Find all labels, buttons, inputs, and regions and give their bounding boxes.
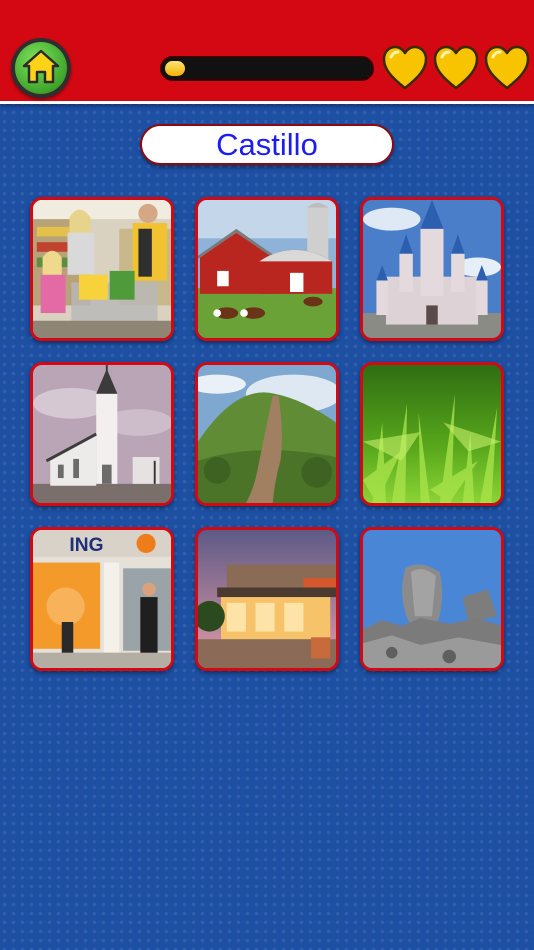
castle-picture [363,200,501,338]
home-button[interactable] [11,38,71,98]
progress-bar [160,56,374,81]
top-bar [0,0,534,104]
bank-sign-text: ING [69,535,103,556]
heart-icon [483,44,531,92]
farm-picture [198,200,336,338]
picture-tile-bank[interactable]: ING [30,527,174,671]
picture-tile-restaurant[interactable] [195,527,339,671]
church-picture [33,365,171,503]
restaurant-picture [198,530,336,668]
picture-tile-rocks[interactable] [360,527,504,671]
progress-fill [165,61,185,76]
supermarket-picture [33,200,171,338]
lives-hearts [381,44,531,92]
picture-tile-supermarket[interactable] [30,197,174,341]
heart-icon [381,44,429,92]
heart-icon [432,44,480,92]
target-word-box: Castillo [140,124,394,165]
picture-tile-hill-path[interactable] [195,362,339,506]
grass-picture [363,365,501,503]
hill-path-picture [198,365,336,503]
picture-tile-grass[interactable] [360,362,504,506]
picture-tile-farm[interactable] [195,197,339,341]
target-word: Castillo [216,127,318,162]
rocks-picture [363,530,501,668]
bank-picture: ING [33,530,171,668]
picture-tile-church[interactable] [30,362,174,506]
picture-tile-castle[interactable] [360,197,504,341]
home-icon [22,49,60,84]
